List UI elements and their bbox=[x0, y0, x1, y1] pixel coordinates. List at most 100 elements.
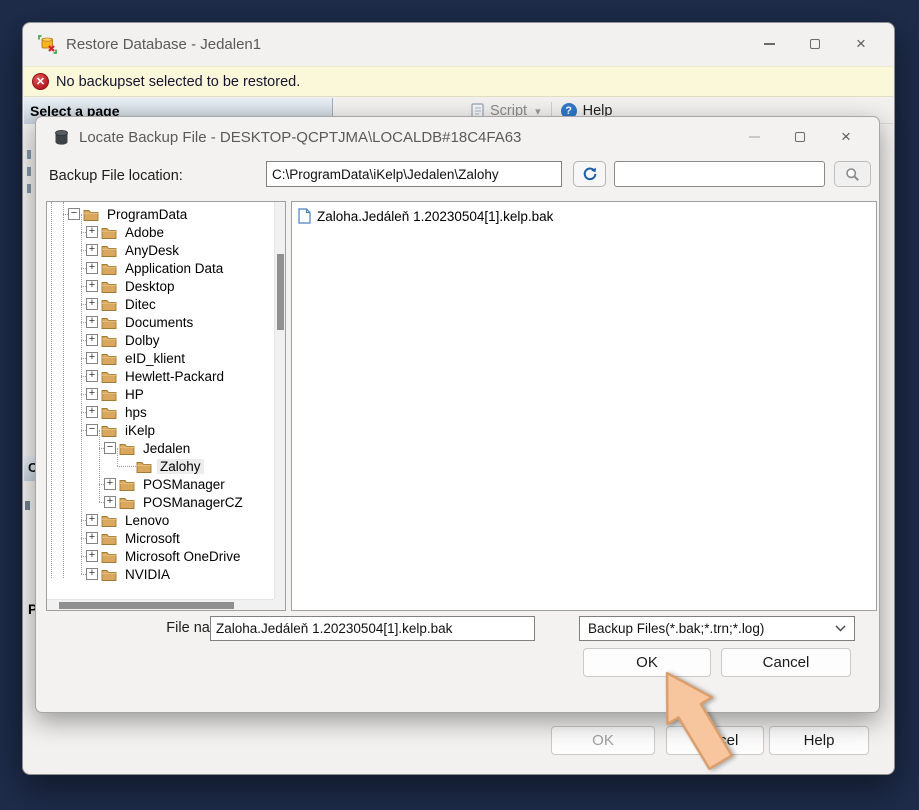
tree-item-hewlett-packard[interactable]: +Hewlett-Packard bbox=[47, 367, 274, 385]
tree-item-label: POSManagerCZ bbox=[140, 495, 246, 510]
tree-vertical-scrollbar[interactable] bbox=[274, 202, 285, 599]
tree-item-label: Zalohy bbox=[157, 459, 204, 474]
restore-dialog-titlebar[interactable]: Restore Database - Jedalen1 × bbox=[23, 23, 894, 66]
file-name-text: Zaloha.Jedáleň 1.20230504[1].kelp.bak bbox=[317, 209, 553, 224]
restore-database-app-icon bbox=[38, 35, 57, 54]
close-icon: × bbox=[856, 34, 866, 54]
expand-toggle-icon[interactable]: + bbox=[86, 316, 98, 328]
tree-item-desktop[interactable]: +Desktop bbox=[47, 277, 274, 295]
tree-item-label: Microsoft OneDrive bbox=[122, 549, 244, 564]
restore-maximize-button[interactable] bbox=[792, 29, 838, 59]
page-item-icon-fragment bbox=[27, 150, 31, 159]
tree-item-label: ProgramData bbox=[104, 207, 190, 222]
tree-item-label: Ditec bbox=[122, 297, 159, 312]
locate-minimize-button[interactable] bbox=[731, 122, 777, 152]
tree-item-label: NVIDIA bbox=[122, 567, 173, 582]
desktop-background: Restore Database - Jedalen1 × ✕ No backu… bbox=[0, 0, 919, 810]
folder-tree-rows: −ProgramData+Adobe+AnyDesk+Application D… bbox=[47, 205, 274, 583]
scrollbar-thumb[interactable] bbox=[59, 602, 234, 609]
folder-icon bbox=[119, 496, 135, 509]
expand-toggle-icon[interactable]: + bbox=[86, 568, 98, 580]
expand-toggle-icon[interactable]: + bbox=[86, 388, 98, 400]
tree-item-ikelp[interactable]: −iKelp bbox=[47, 421, 274, 439]
locate-ok-button[interactable]: OK bbox=[583, 648, 711, 677]
collapse-toggle-icon[interactable]: − bbox=[104, 442, 116, 454]
backup-file-icon bbox=[298, 208, 311, 224]
expand-toggle-icon[interactable]: + bbox=[86, 334, 98, 346]
collapse-toggle-icon[interactable]: − bbox=[86, 424, 98, 436]
restore-ok-button[interactable]: OK bbox=[551, 726, 655, 755]
folder-icon bbox=[101, 388, 117, 401]
expand-toggle-icon[interactable]: + bbox=[86, 550, 98, 562]
tree-item-hps[interactable]: +hps bbox=[47, 403, 274, 421]
restore-minimize-button[interactable] bbox=[746, 29, 792, 59]
expand-toggle-icon[interactable]: + bbox=[86, 280, 98, 292]
tree-connector-line bbox=[117, 466, 136, 467]
restore-close-button[interactable]: × bbox=[838, 29, 884, 59]
collapse-toggle-icon[interactable]: − bbox=[68, 208, 80, 220]
tree-item-eid-klient[interactable]: +eID_klient bbox=[47, 349, 274, 367]
refresh-icon bbox=[582, 166, 598, 182]
expand-toggle-icon[interactable]: + bbox=[86, 532, 98, 544]
folder-icon bbox=[101, 316, 117, 329]
folder-icon bbox=[101, 298, 117, 311]
restore-help-button[interactable]: Help bbox=[769, 726, 869, 755]
folder-icon bbox=[101, 280, 117, 293]
tree-item-nvidia[interactable]: + NVIDIA bbox=[47, 565, 274, 583]
error-message-text: No backupset selected to be restored. bbox=[56, 74, 300, 90]
tree-item-documents[interactable]: +Documents bbox=[47, 313, 274, 331]
expand-toggle-icon[interactable]: + bbox=[86, 370, 98, 382]
locate-close-button[interactable]: × bbox=[823, 122, 869, 152]
folder-icon bbox=[119, 478, 135, 491]
tree-item-dolby[interactable]: +Dolby bbox=[47, 331, 274, 349]
expand-toggle-icon[interactable]: + bbox=[86, 244, 98, 256]
search-input[interactable] bbox=[614, 161, 825, 187]
tree-item-microsoft-onedrive[interactable]: + Microsoft OneDrive bbox=[47, 547, 274, 565]
tree-item-adobe[interactable]: +Adobe bbox=[47, 223, 274, 241]
folder-icon bbox=[101, 262, 117, 275]
expand-toggle-icon[interactable]: + bbox=[86, 514, 98, 526]
expand-toggle-icon[interactable]: + bbox=[104, 478, 116, 490]
locate-cancel-button[interactable]: Cancel bbox=[721, 648, 851, 677]
refresh-button[interactable] bbox=[573, 161, 606, 187]
tree-horizontal-scrollbar[interactable] bbox=[47, 599, 274, 610]
expand-toggle-icon[interactable]: + bbox=[104, 496, 116, 508]
tree-item-zalohy[interactable]: Zalohy bbox=[47, 457, 274, 475]
tree-item-jedalen[interactable]: −Jedalen bbox=[47, 439, 274, 457]
scrollbar-corner bbox=[274, 599, 285, 610]
tree-item-posmanager[interactable]: +POSManager bbox=[47, 475, 274, 493]
tree-item-posmanagercz[interactable]: + POSManagerCZ bbox=[47, 493, 274, 511]
tree-item-anydesk[interactable]: +AnyDesk bbox=[47, 241, 274, 259]
file-name-input[interactable] bbox=[210, 616, 535, 641]
expand-toggle-icon[interactable]: + bbox=[86, 298, 98, 310]
scrollbar-thumb[interactable] bbox=[277, 254, 284, 330]
folder-icon bbox=[101, 334, 117, 347]
locate-maximize-button[interactable] bbox=[777, 122, 823, 152]
backup-file-location-input[interactable] bbox=[266, 161, 562, 187]
tree-item-label: Application Data bbox=[122, 261, 226, 276]
folder-icon bbox=[101, 550, 117, 563]
page-item-icon-fragment bbox=[27, 184, 31, 193]
tree-item-hp[interactable]: + HP bbox=[47, 385, 274, 403]
expand-toggle-icon[interactable]: + bbox=[86, 406, 98, 418]
tree-item-programdata[interactable]: − ProgramData bbox=[47, 205, 274, 223]
folder-icon bbox=[83, 208, 99, 221]
search-icon bbox=[845, 167, 860, 182]
search-button[interactable] bbox=[834, 161, 871, 187]
file-list-item[interactable]: Zaloha.Jedáleň 1.20230504[1].kelp.bak bbox=[298, 207, 870, 225]
locate-dialog-titlebar[interactable]: Locate Backup File - DESKTOP-QCPTJMA\LOC… bbox=[36, 117, 879, 157]
restore-cancel-button[interactable]: Cancel bbox=[666, 726, 764, 755]
tree-item-microsoft[interactable]: + Microsoft bbox=[47, 529, 274, 547]
tree-item-label: Microsoft bbox=[122, 531, 183, 546]
expand-toggle-icon[interactable]: + bbox=[86, 226, 98, 238]
expand-toggle-icon[interactable]: + bbox=[86, 352, 98, 364]
file-type-dropdown[interactable]: Backup Files(*.bak;*.trn;*.log) bbox=[579, 616, 855, 641]
tree-item-label: HP bbox=[122, 387, 147, 402]
tree-item-lenovo[interactable]: +Lenovo bbox=[47, 511, 274, 529]
database-icon bbox=[53, 129, 70, 146]
folder-icon bbox=[119, 442, 135, 455]
expand-toggle-icon[interactable]: + bbox=[86, 262, 98, 274]
tree-item-ditec[interactable]: + Ditec bbox=[47, 295, 274, 313]
file-type-value: Backup Files(*.bak;*.trn;*.log) bbox=[588, 621, 764, 636]
tree-item-application-data[interactable]: + Application Data bbox=[47, 259, 274, 277]
